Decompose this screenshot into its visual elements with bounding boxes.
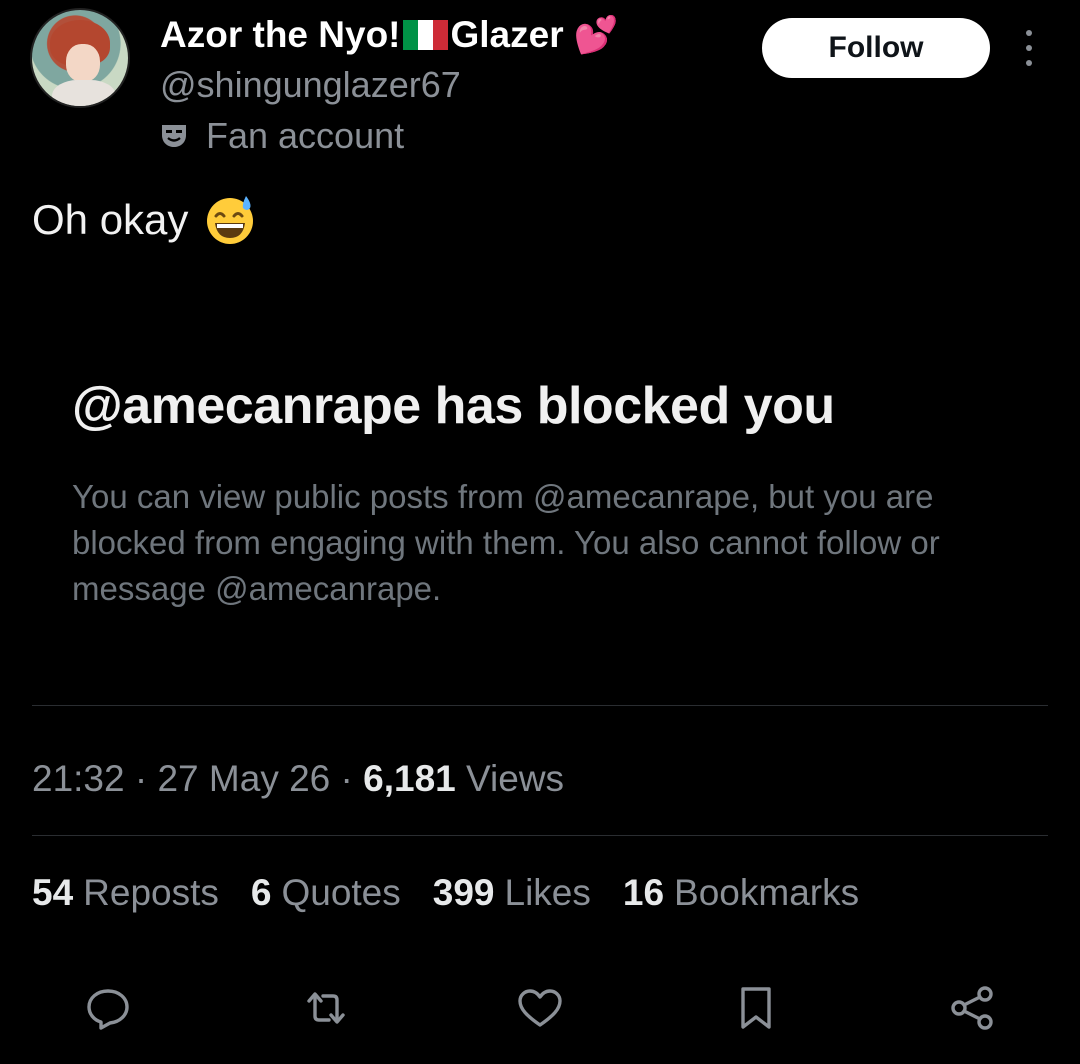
display-name-text: Azor the Nyo! [160, 14, 401, 55]
views-count: 6,181 [363, 758, 456, 799]
bookmarks-stat[interactable]: 16 Bookmarks [623, 872, 859, 914]
tweet-text: Oh okay [32, 194, 256, 246]
reposts-count: 54 [32, 872, 74, 913]
bookmarks-count: 16 [622, 872, 665, 913]
divider [32, 835, 1048, 836]
views-label: Views [466, 758, 565, 799]
mask-icon [162, 125, 186, 147]
like-icon[interactable] [512, 980, 568, 1036]
likes-label: Likes [504, 872, 591, 913]
likes-count: 399 [432, 872, 495, 913]
tweet-meta: 21:32 · 27 May 26 · 6,181 Views [32, 758, 565, 799]
bookmarks-label: Bookmarks [674, 872, 860, 913]
avatar[interactable] [30, 8, 130, 108]
sweat-smile-emoji [207, 196, 254, 244]
more-options-icon[interactable] [1014, 30, 1044, 66]
tweet-text-content: Oh okay [32, 196, 189, 243]
engagement-stats: 54 Reposts 6 Quotes 399 Likes 16 Bookmarks [32, 872, 891, 914]
display-name[interactable]: Azor the Nyo! Glazer 💕 [160, 14, 618, 56]
action-bar [0, 980, 1080, 1036]
reposts-label: Reposts [83, 872, 219, 913]
share-icon[interactable] [944, 980, 1000, 1036]
blocked-description: You can view public posts from @amecanra… [72, 478, 940, 607]
two-hearts-icon: 💕 [573, 14, 619, 55]
reply-icon[interactable] [80, 980, 136, 1036]
italy-flag-icon [402, 20, 449, 50]
quotes-stat[interactable]: 6 Quotes [251, 872, 401, 914]
blocked-title: @amecanrape has blocked you [72, 377, 835, 435]
likes-stat[interactable]: 399 Likes [433, 872, 591, 914]
tweet-time[interactable]: 21:32 [32, 758, 125, 799]
account-label-text: Fan account [206, 115, 405, 156]
follow-button[interactable]: Follow [762, 18, 990, 78]
display-name-suffix: Glazer [450, 14, 564, 55]
bookmark-icon[interactable] [728, 980, 784, 1036]
user-handle[interactable]: @shingunglazer67 [160, 64, 461, 106]
quotes-count: 6 [250, 872, 272, 913]
repost-icon[interactable] [298, 980, 354, 1036]
tweet-date[interactable]: 27 May 26 [157, 758, 330, 799]
account-label[interactable]: Fan account [160, 115, 404, 157]
quotes-label: Quotes [281, 872, 401, 913]
divider [32, 705, 1048, 706]
reposts-stat[interactable]: 54 Reposts [32, 872, 219, 914]
